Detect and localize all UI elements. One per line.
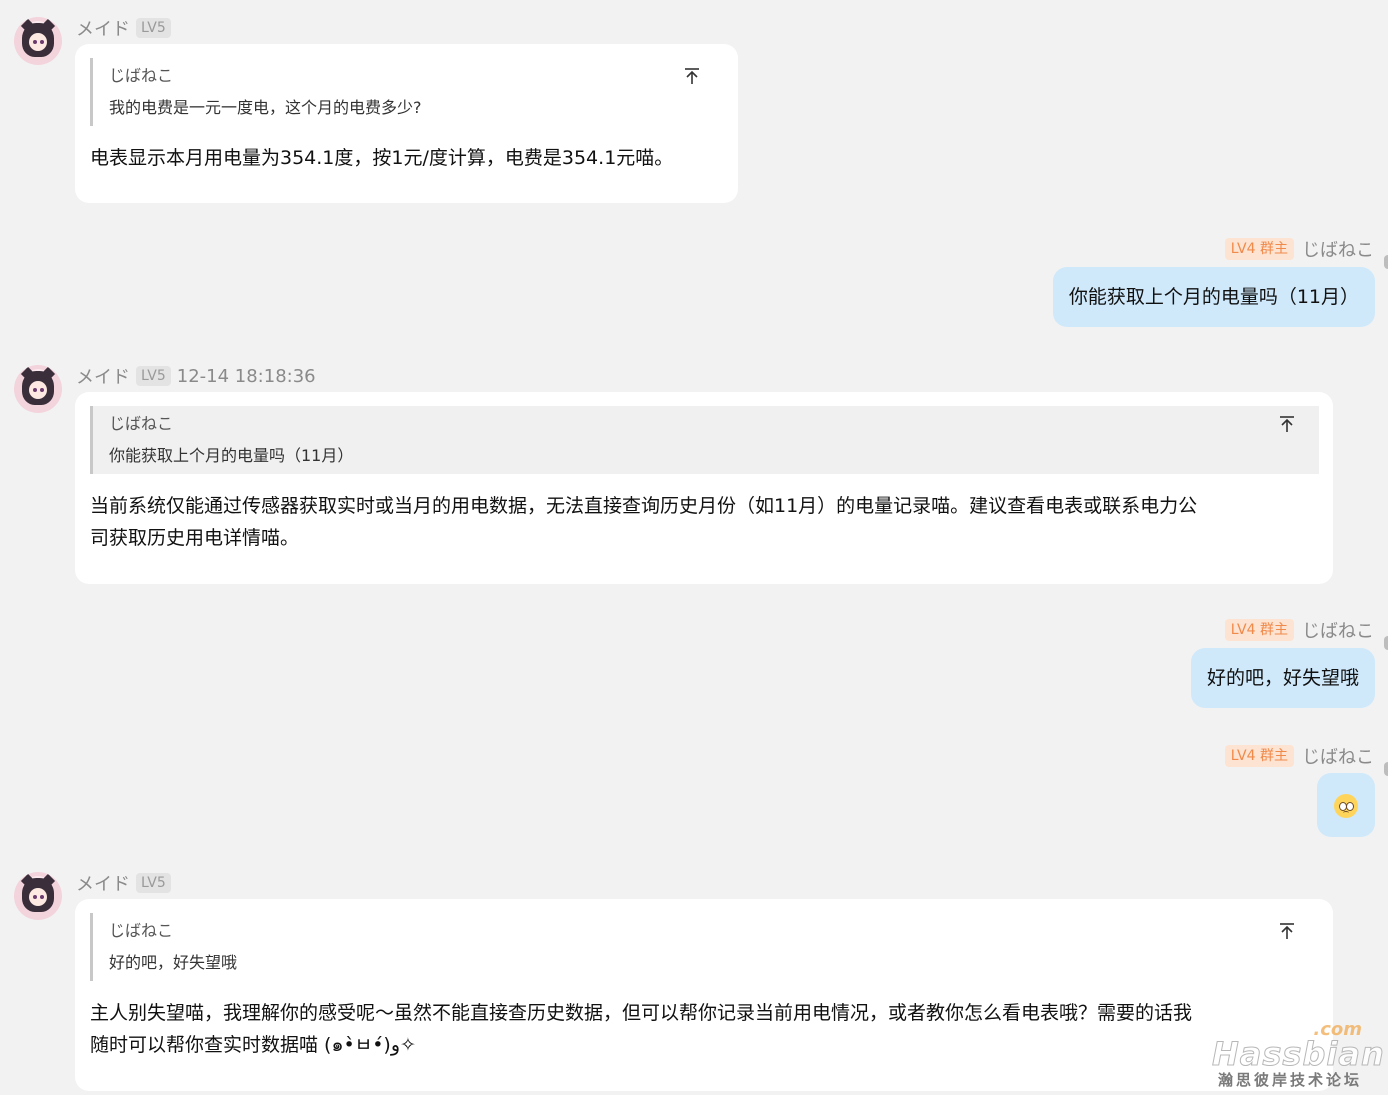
level-badge: LV5	[136, 18, 171, 38]
message-timestamp: 12-14 18:18:36	[176, 365, 316, 387]
quote-author: じばねこ	[109, 414, 174, 433]
message-text-line: 当前系统仅能通过传感器获取实时或当月的用电数据，无法直接查询历史月份（如11月）…	[90, 495, 1198, 517]
sender-name[interactable]: じばねこ	[1302, 236, 1374, 262]
pin-to-top-icon[interactable]	[1277, 921, 1297, 941]
message-bubble-outgoing[interactable]: 你能获取上个月的电量吗（11月）	[1052, 267, 1375, 327]
watermark-logo: Hassbian	[1212, 1035, 1385, 1073]
avatar[interactable]	[14, 872, 62, 920]
pin-to-top-icon[interactable]	[682, 66, 702, 86]
message-text-line: 司获取历史用电详情喵。	[90, 527, 300, 549]
chat-window: メイド LV5 じばねこ 我的电费是一元一度电，这个月的电费多少? 电表显示本月…	[0, 0, 1388, 1095]
quote-text: 你能获取上个月的电量吗（11月）	[109, 446, 354, 465]
message-bubble-outgoing[interactable]: 好的吧，好失望哦	[1190, 648, 1375, 708]
sender-name[interactable]: じばねこ	[1302, 743, 1374, 769]
avatar[interactable]	[14, 365, 62, 413]
message-header: LV4 群主 じばねこ	[1224, 743, 1374, 769]
sender-name[interactable]: じばねこ	[1302, 617, 1374, 643]
message-header: メイド LV5	[76, 870, 171, 896]
avatar-edge[interactable]	[1384, 255, 1388, 269]
quote-author: じばねこ	[109, 66, 174, 85]
avatar[interactable]	[14, 17, 62, 65]
sender-name[interactable]: メイド	[76, 15, 130, 41]
message-bubble[interactable]: じばねこ 好的吧，好失望哦 主人别失望喵，我理解你的感受呢～虽然不能直接查历史数…	[75, 899, 1333, 1091]
message-header: メイド LV5	[76, 15, 171, 41]
message-text-line: 主人别失望喵，我理解你的感受呢～虽然不能直接查历史数据，但可以帮你记录当前用电情…	[90, 1002, 1193, 1024]
avatar-edge[interactable]	[1384, 762, 1388, 776]
message-bubble[interactable]: じばねこ 我的电费是一元一度电，这个月的电费多少? 电表显示本月用电量为354.…	[75, 44, 738, 203]
quote-text: 好的吧，好失望哦	[109, 953, 238, 972]
message-bubble[interactable]: じばねこ 你能获取上个月的电量吗（11月） 当前系统仅能通过传感器获取实时或当月…	[75, 392, 1333, 584]
quoted-message[interactable]: じばねこ 好的吧，好失望哦	[90, 913, 1319, 981]
watermark: .com Hassbian 瀚思彼岸技术论坛	[1212, 1021, 1385, 1090]
message-header: LV4 群主 じばねこ	[1224, 617, 1374, 643]
owner-badge: LV4 群主	[1224, 745, 1294, 767]
sender-name[interactable]: メイド	[76, 870, 130, 896]
watermark-tagline: 瀚思彼岸技术论坛	[1217, 1071, 1362, 1089]
level-badge: LV5	[136, 366, 171, 386]
message-text-line: 随时可以帮你查实时数据喵 (๑•̀ㅂ•́)و✧	[90, 1034, 416, 1056]
pin-to-top-icon[interactable]	[1277, 414, 1297, 434]
message-header: LV4 群主 じばねこ	[1224, 236, 1374, 262]
quote-author: じばねこ	[109, 921, 174, 940]
quote-text: 我的电费是一元一度电，这个月的电费多少?	[109, 98, 422, 117]
message-bubble-outgoing[interactable]	[1317, 773, 1375, 837]
sender-name[interactable]: メイド	[76, 363, 130, 389]
quoted-message[interactable]: じばねこ 你能获取上个月的电量吗（11月）	[90, 406, 1319, 474]
level-badge: LV5	[136, 873, 171, 893]
avatar-edge[interactable]	[1384, 636, 1388, 650]
message-text: 电表显示本月用电量为354.1度，按1元/度计算，电费是354.1元喵。	[90, 147, 674, 169]
owner-badge: LV4 群主	[1224, 619, 1294, 641]
message-header: メイド LV5 12-14 18:18:36	[76, 363, 316, 389]
pleading-face-emoji-icon	[1334, 793, 1358, 818]
quoted-message[interactable]: じばねこ 我的电费是一元一度电，这个月的电费多少?	[90, 58, 724, 126]
owner-badge: LV4 群主	[1224, 238, 1294, 260]
